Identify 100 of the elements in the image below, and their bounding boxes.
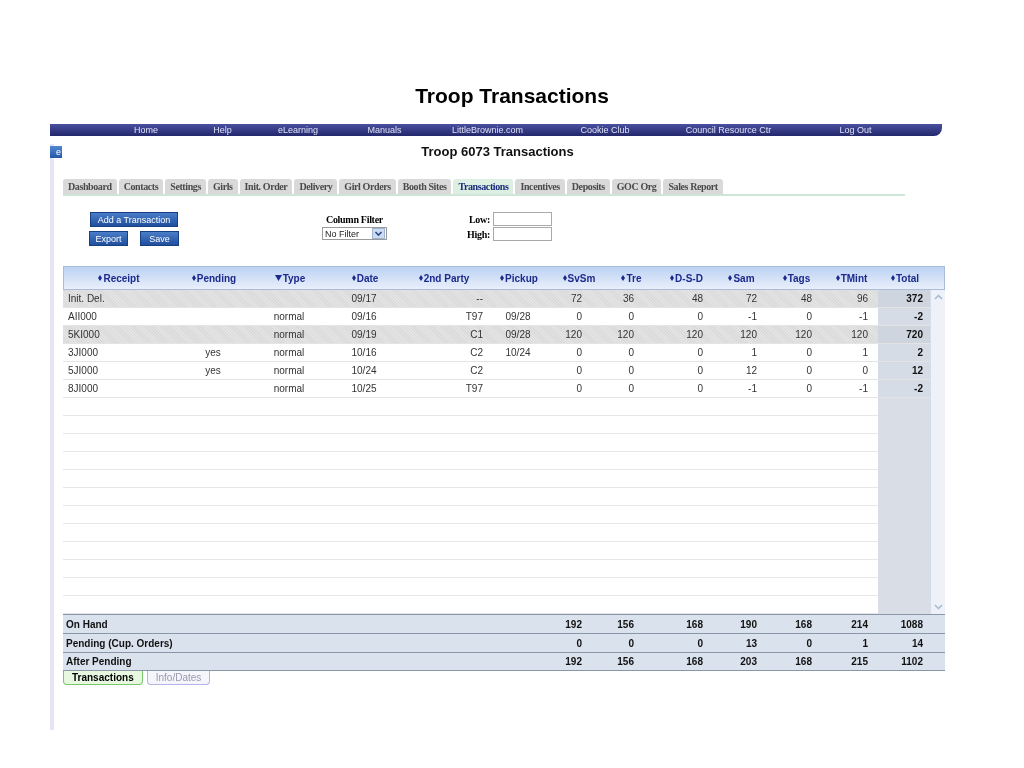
- column-header[interactable]: Tags: [782, 272, 811, 284]
- summary-cell: 1102: [901, 656, 923, 667]
- tab[interactable]: Incentives: [515, 179, 565, 194]
- table-cell: 0: [806, 311, 812, 322]
- column-header[interactable]: Sam: [728, 272, 755, 284]
- chevron-down-icon[interactable]: [933, 604, 943, 610]
- column-header[interactable]: Receipt: [98, 272, 140, 284]
- table-cell: --: [476, 293, 483, 304]
- table-cell: 0: [806, 383, 812, 394]
- summary-cell: 168: [686, 618, 703, 630]
- field-label: High:: [467, 228, 490, 240]
- table-cell: 0: [862, 365, 868, 376]
- table-cell: 120: [851, 329, 868, 340]
- summary-cell: 156: [617, 656, 634, 667]
- tab[interactable]: Girls: [207, 179, 238, 194]
- nav-link[interactable]: Cookie Club: [580, 124, 630, 136]
- total-cell: -2: [878, 380, 930, 397]
- column-header[interactable]: Date: [351, 272, 379, 284]
- table-cell: 48: [800, 293, 812, 304]
- table-cell: normal: [273, 311, 305, 322]
- nav-link[interactable]: Home: [134, 124, 158, 136]
- column-header[interactable]: D-S-D: [670, 272, 703, 284]
- summary-cell: 156: [617, 618, 634, 630]
- table-cell: 0: [628, 347, 634, 358]
- input-field[interactable]: [492, 227, 552, 241]
- table-cell: 5KI000: [68, 329, 100, 340]
- tab[interactable]: Init. Order: [239, 179, 293, 194]
- table-row[interactable]: 5JI000 yes normal 10/24 C2 0 0 0 12 0 0 12: [63, 362, 930, 380]
- table-cell: 09/16: [351, 311, 377, 322]
- add-transaction-button[interactable]: Add a Transaction: [90, 212, 178, 227]
- nav-link[interactable]: Manuals: [367, 124, 402, 136]
- table-row[interactable]: 3JI000 yes normal 10/16 C2 10/24 0 0 0 1 0 1 2: [63, 344, 930, 362]
- total-cell: -2: [878, 308, 930, 325]
- column-header[interactable]: Type: [274, 272, 306, 284]
- table-cell: 1: [751, 347, 757, 358]
- tab[interactable]: Booth Sites: [397, 179, 452, 194]
- column-header[interactable]: Tre: [621, 272, 642, 284]
- table-cell: 0: [576, 383, 582, 394]
- table-row[interactable]: 5KI000 normal 09/19 C1 09/28 120 120 120 120 120 120 720: [63, 326, 930, 344]
- total-cell: 2: [878, 344, 930, 361]
- tab[interactable]: Sales Report: [663, 179, 723, 194]
- table-cell: 0: [806, 347, 812, 358]
- nav-link[interactable]: LittleBrownie.com: [452, 124, 523, 136]
- summary-cell: 192: [565, 656, 582, 667]
- tab[interactable]: Contacts: [118, 179, 164, 194]
- table-cell: normal: [273, 329, 305, 340]
- column-filter-select[interactable]: No Filter: [322, 227, 387, 240]
- nav-link[interactable]: Council Resource Ctr: [685, 124, 772, 136]
- summary-cell: 13: [745, 637, 757, 649]
- table-row[interactable]: 8JI000 normal 10/25 T97 0 0 0 -1 0 -1 -2: [63, 380, 930, 398]
- table-cell: normal: [273, 365, 305, 376]
- total-cell: 372: [878, 290, 930, 307]
- column-header[interactable]: 2nd Party: [418, 272, 470, 284]
- column-header[interactable]: Pending: [191, 272, 237, 284]
- table-cell: 120: [740, 329, 757, 340]
- summary-cell: 0: [576, 637, 582, 649]
- tab[interactable]: Transactions: [63, 671, 143, 685]
- edge-button[interactable]: e: [50, 145, 62, 158]
- table-cell: -1: [859, 311, 868, 322]
- table-cell: 12: [745, 365, 757, 376]
- chevron-up-icon[interactable]: [933, 294, 943, 300]
- table-cell: 120: [795, 329, 812, 340]
- table-row[interactable]: AII000 normal 09/16 T97 09/28 0 0 0 -1 0 -1 -2: [63, 308, 930, 326]
- input-field[interactable]: [492, 212, 552, 226]
- table-cell: 5JI000: [68, 365, 99, 376]
- column-header[interactable]: SvSm: [562, 272, 596, 284]
- nav-link[interactable]: eLearning: [277, 124, 318, 136]
- table-cell: C2: [470, 365, 483, 376]
- table-cell: 0: [628, 383, 634, 394]
- table-cell: 0: [806, 365, 812, 376]
- tab[interactable]: Deposits: [566, 179, 610, 194]
- nav-link[interactable]: Help: [213, 124, 232, 136]
- column-header[interactable]: Total: [890, 272, 920, 284]
- table-row[interactable]: Init. Del. 09/17 -- 72 36 48 72 48 96 372: [63, 290, 930, 308]
- table-cell: normal: [273, 383, 305, 394]
- column-header[interactable]: TMint: [835, 272, 868, 284]
- save-button[interactable]: Save: [140, 231, 179, 246]
- tab[interactable]: GOC Org: [611, 179, 662, 194]
- summary-label: On Hand: [66, 618, 108, 630]
- table-cell: 48: [691, 293, 703, 304]
- table-cell: 0: [628, 365, 634, 376]
- tab[interactable]: Girl Orders: [339, 179, 396, 194]
- tab[interactable]: Settings: [165, 179, 206, 194]
- nav-link[interactable]: Log Out: [839, 124, 872, 136]
- scrollbar[interactable]: [930, 290, 945, 614]
- summary-cell: 168: [795, 656, 812, 667]
- table-cell: 36: [622, 293, 634, 304]
- summary-cell: 0: [697, 637, 703, 649]
- slide-title: Troop Transactions: [415, 84, 609, 107]
- tab[interactable]: Delivery: [294, 179, 338, 194]
- table-cell: AII000: [68, 311, 97, 322]
- table-cell: -1: [859, 383, 868, 394]
- tab[interactable]: Transactions: [453, 179, 514, 194]
- summary-cell: 0: [628, 637, 634, 649]
- column-header[interactable]: Pickup: [500, 272, 538, 284]
- table-cell: yes: [205, 365, 221, 376]
- tab[interactable]: Dashboard: [63, 179, 117, 194]
- export-button[interactable]: Export: [89, 231, 128, 246]
- table-cell: Init. Del.: [68, 293, 105, 304]
- table-cell: T97: [465, 311, 483, 322]
